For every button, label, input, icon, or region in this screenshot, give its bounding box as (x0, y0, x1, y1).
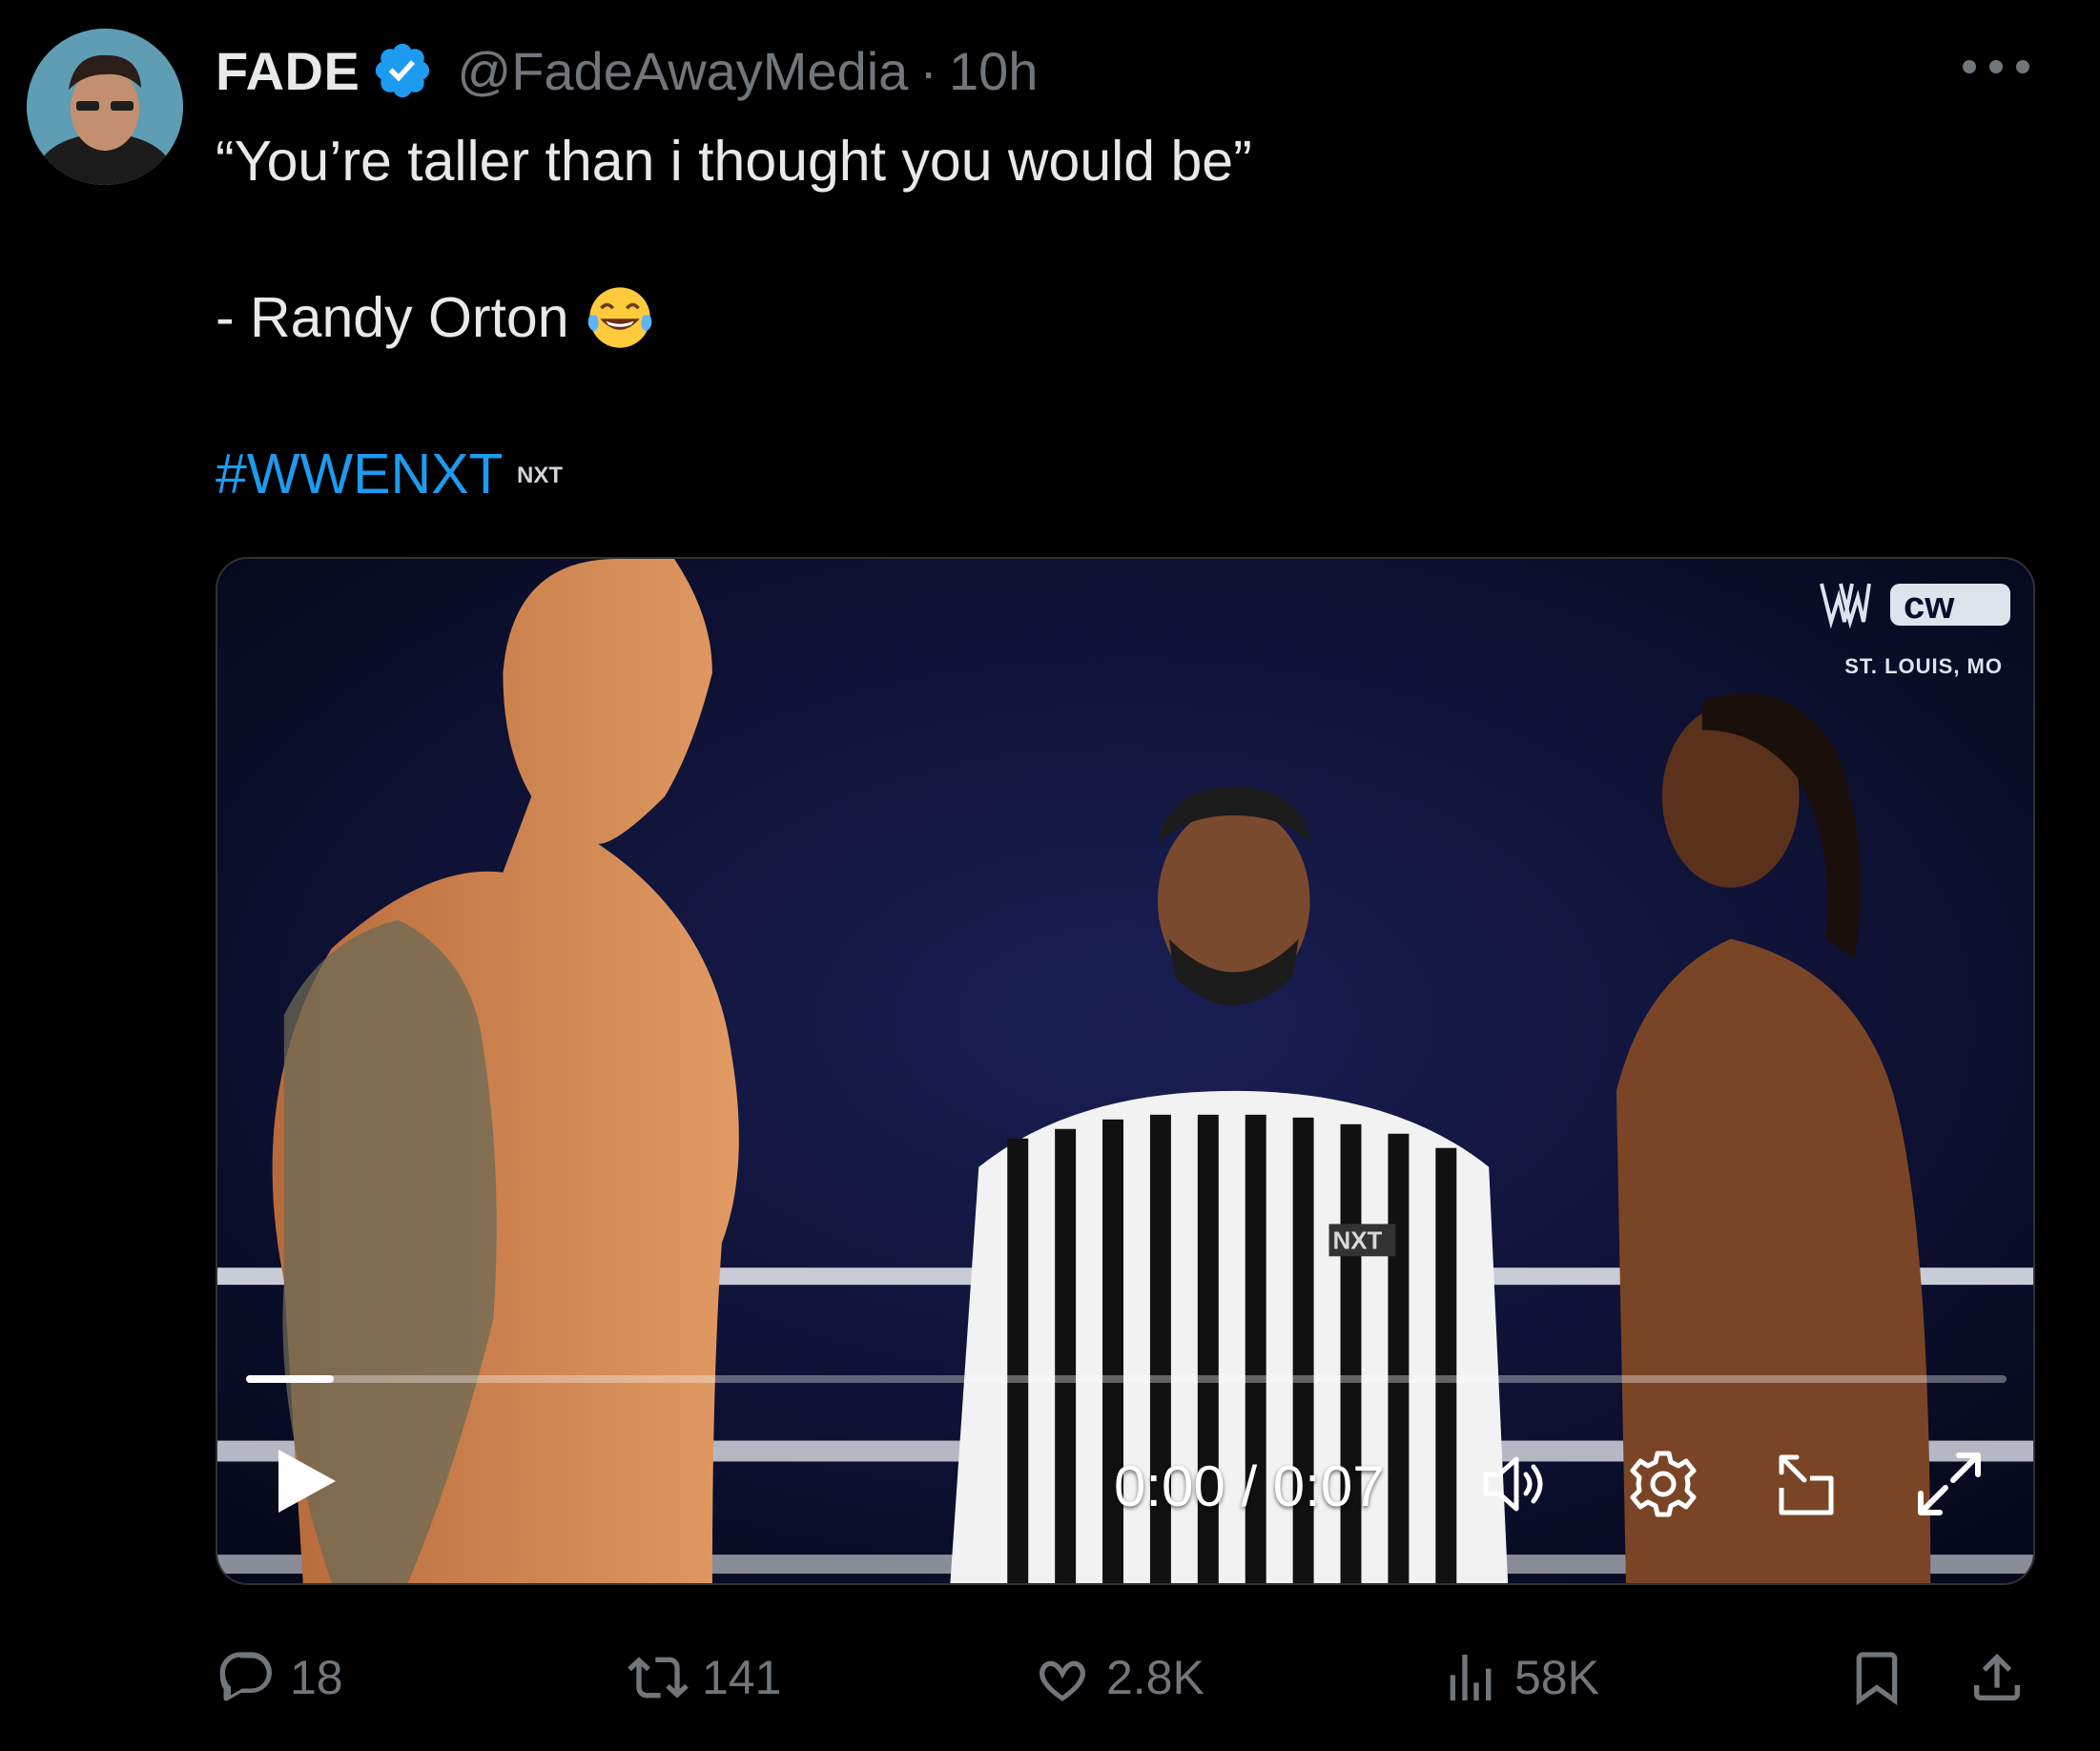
video-progress-fill (246, 1375, 335, 1383)
reply-count: 18 (290, 1651, 343, 1704)
views-chart-icon (1450, 1655, 1492, 1700)
settings-gear-icon[interactable] (1625, 1446, 1701, 1522)
play-icon[interactable] (273, 1446, 340, 1516)
repost-count: 141 (702, 1651, 782, 1704)
reply-icon (219, 1652, 272, 1701)
video-time-readout: 0:00 / 0:07 (1114, 1454, 1385, 1518)
hashtag-link[interactable]: #WWENXT (216, 435, 504, 513)
svg-text:NXT: NXT (1333, 1227, 1383, 1254)
reply-button[interactable]: 18 (216, 1644, 343, 1711)
attribution-text: - Randy Orton (216, 286, 569, 349)
more-options-icon[interactable] (1963, 50, 2029, 84)
svg-text:NXT: NXT (517, 463, 563, 488)
tweet-line-attribution: - Randy Orton (216, 278, 2028, 357)
views-button[interactable]: 58K (1440, 1644, 1599, 1711)
bookmark-icon (1856, 1652, 1898, 1706)
nxt-hashflag-icon: NXT (517, 463, 563, 488)
video-player[interactable]: NXT cw ST. LOUIS, MO 0:00 / 0:07 (216, 557, 2035, 1585)
separator-dot: · (919, 40, 937, 101)
bookmark-button[interactable] (1846, 1644, 1921, 1711)
repost-button[interactable]: 141 (628, 1644, 781, 1711)
tweet-body: “You’re taller than i thought you would … (216, 122, 2028, 513)
share-icon (1974, 1653, 2020, 1700)
hashtag-line: #WWENXT NXT (216, 435, 2028, 513)
video-progress-bar[interactable] (246, 1375, 2007, 1383)
tweet-timestamp[interactable]: 10h (949, 40, 1038, 102)
author-display-name[interactable]: FADE (216, 40, 360, 102)
heart-icon (1040, 1660, 1085, 1701)
tweet-line-quote: “You’re taller than i thought you would … (216, 130, 1252, 193)
views-count: 58K (1514, 1651, 1599, 1704)
fullscreen-icon[interactable] (1911, 1446, 1987, 1522)
face-with-tears-of-joy-icon (587, 287, 651, 348)
avatar-photo-icon (27, 29, 183, 185)
broadcast-location: ST. LOUIS, MO (1844, 654, 2003, 678)
tweet-action-bar: 18 141 2.8K 58K (216, 1644, 2037, 1711)
like-button[interactable]: 2.8K (1032, 1644, 1204, 1711)
broadcast-branding: cw ST. LOUIS, MO (1783, 565, 2012, 679)
volume-icon[interactable] (1478, 1446, 1554, 1522)
avatar[interactable] (27, 29, 183, 185)
video-frame-image: NXT (217, 559, 2033, 1583)
repost-icon (628, 1657, 689, 1699)
verified-badge-icon[interactable] (371, 39, 434, 102)
svg-text:cw: cw (1904, 585, 1955, 627)
picture-in-picture-icon[interactable] (1768, 1446, 1844, 1522)
share-button[interactable] (1966, 1644, 2041, 1711)
tweet-header: FADE @FadeAwayMedia · 10h (216, 32, 1038, 109)
wwe-logo-icon (1820, 583, 1871, 629)
author-handle[interactable]: @FadeAwayMedia (457, 40, 908, 102)
like-count: 2.8K (1106, 1651, 1204, 1704)
cw-logo-icon: cw (1890, 584, 2010, 627)
